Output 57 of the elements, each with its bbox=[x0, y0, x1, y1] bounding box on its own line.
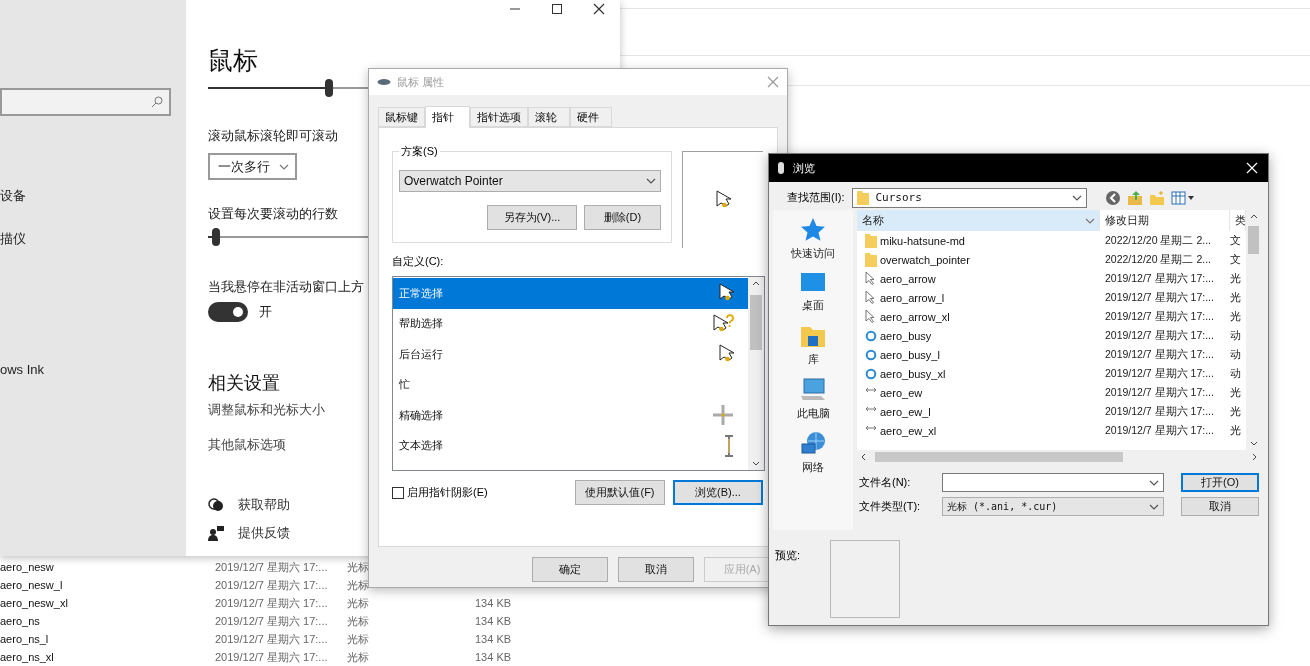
section-heading: 相关设置 bbox=[208, 372, 280, 395]
field-label: 查找范围(I): bbox=[786, 190, 845, 205]
toggle-state: 开 bbox=[259, 303, 272, 321]
file-type: 光 bbox=[1230, 385, 1242, 400]
file-date: 2022/12/20 星期二 2... bbox=[1104, 233, 1212, 248]
file-type: 文 bbox=[1230, 233, 1242, 248]
file-date: 2019/12/7 星期六 17:... bbox=[1104, 328, 1215, 343]
file-type: 光 bbox=[1230, 423, 1242, 438]
setting-label: 滚动鼠标滚轮即可滚动 bbox=[208, 127, 338, 145]
file-date: 2019/12/7 星期六 17:... bbox=[1104, 271, 1215, 286]
file-size: 134 KB bbox=[475, 651, 513, 663]
group-label: 方案(S) bbox=[399, 144, 440, 158]
file-date: 2019/12/7 星期六 17:... bbox=[215, 631, 329, 647]
file-date: 2019/12/7 星期六 17:... bbox=[215, 613, 329, 629]
file-name: aero_ns_xl bbox=[0, 651, 55, 663]
file-type: 光 bbox=[1230, 290, 1242, 305]
file-type: 光标 bbox=[347, 595, 370, 611]
list-label: 自定义(C): bbox=[392, 254, 445, 268]
file-date: 2019/12/7 星期六 17:... bbox=[215, 577, 329, 593]
file-type: 光 bbox=[1230, 404, 1242, 419]
file-type: 光标 bbox=[347, 559, 370, 575]
file-date: 2019/12/7 星期六 17:... bbox=[1104, 290, 1215, 305]
file-type: 文 bbox=[1230, 252, 1242, 267]
file-date: 2019/12/7 星期六 17:... bbox=[215, 559, 329, 575]
file-name: aero_nesw bbox=[0, 561, 55, 573]
file-type: 动 bbox=[1230, 366, 1242, 381]
file-type: 动 bbox=[1230, 328, 1242, 343]
window-title: 浏览 bbox=[793, 160, 816, 176]
file-date: 2019/12/7 星期六 17:... bbox=[1104, 385, 1215, 400]
file-type: 光标 bbox=[347, 631, 370, 647]
file-size: 134 KB bbox=[475, 615, 513, 627]
file-type: 光标 bbox=[347, 613, 370, 629]
file-size: 134 KB bbox=[475, 597, 513, 609]
file-date: 2019/12/7 星期六 17:... bbox=[1104, 309, 1215, 324]
file-date: 2019/12/7 星期六 17:... bbox=[1104, 366, 1215, 381]
file-type: 光 bbox=[1230, 271, 1242, 286]
file-name: aero_nesw_l bbox=[0, 579, 64, 591]
file-date: 2019/12/7 星期六 17:... bbox=[1104, 347, 1215, 362]
file-size: 134 KB bbox=[475, 633, 513, 645]
file-name: aero_ns_l bbox=[0, 633, 50, 645]
setting-label: 设置每次要滚动的行数 bbox=[208, 205, 338, 223]
file-type: 光标 bbox=[347, 649, 370, 665]
file-type: 光标 bbox=[347, 577, 370, 593]
field-label: 文件名(N): bbox=[858, 475, 912, 490]
window-title: 鼠标 属性 bbox=[397, 74, 446, 90]
file-date: 2019/12/7 星期六 17:... bbox=[215, 595, 329, 611]
setting-label: 当我悬停在非活动窗口上方 bbox=[208, 278, 364, 296]
file-name: aero_nesw_xl bbox=[0, 597, 69, 609]
field-label: 文件类型(T): bbox=[858, 499, 922, 514]
file-date: 2019/12/7 星期六 17:... bbox=[215, 649, 329, 665]
file-date: 2019/12/7 星期六 17:... bbox=[1104, 404, 1215, 419]
file-type: 光 bbox=[1230, 309, 1242, 324]
file-date: 2022/12/20 星期二 2... bbox=[1104, 252, 1212, 267]
page-title: 鼠标 bbox=[208, 45, 258, 76]
file-type: 动 bbox=[1230, 347, 1242, 362]
file-name: aero_ns bbox=[0, 615, 41, 627]
file-date: 2019/12/7 星期六 17:... bbox=[1104, 423, 1215, 438]
